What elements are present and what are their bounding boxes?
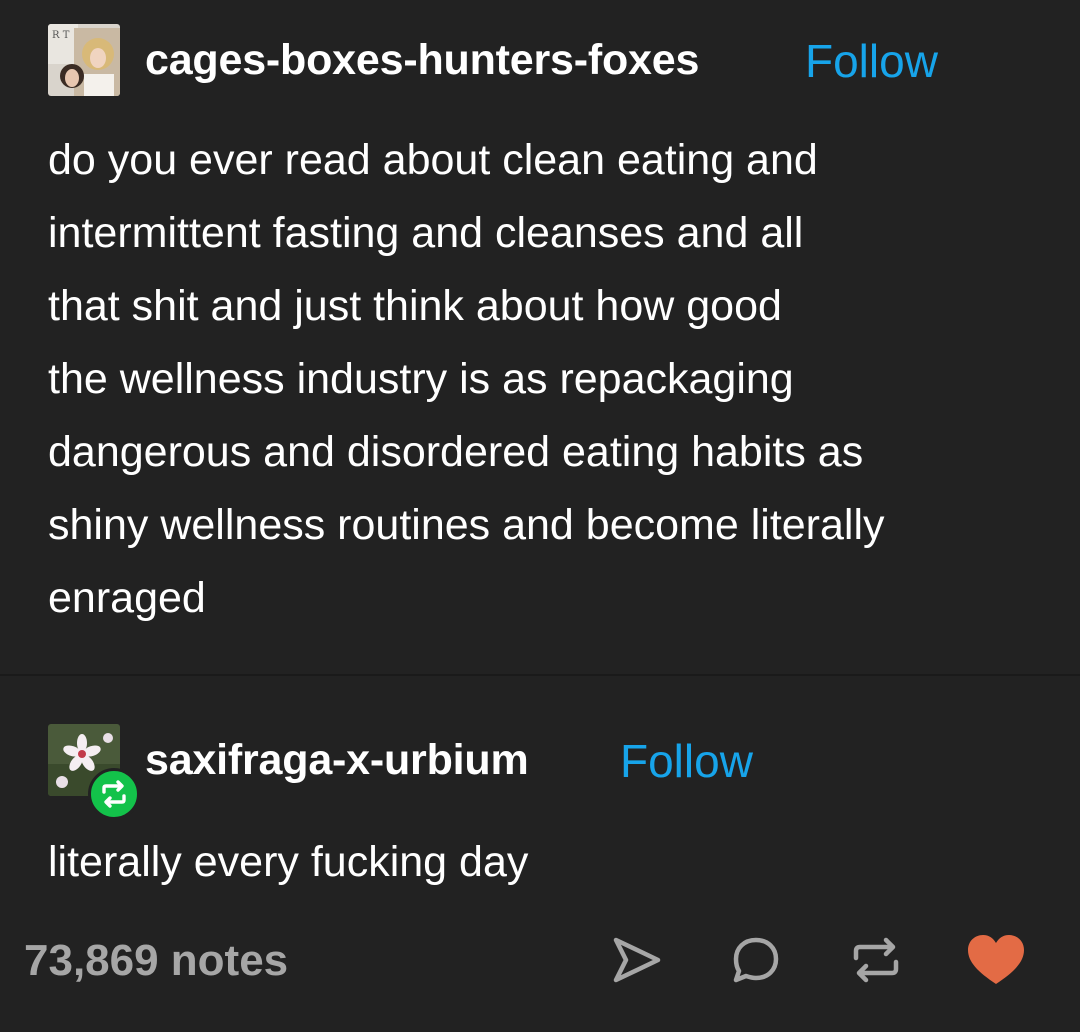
avatar[interactable]: R T	[48, 24, 120, 96]
follow-button[interactable]: Follow	[805, 34, 938, 88]
post-body-line: do you ever read about clean eating and	[48, 136, 818, 184]
post-body-line: the wellness industry is as repackaging	[48, 355, 794, 403]
reblog-icon	[102, 780, 126, 808]
divider	[0, 674, 1080, 676]
post-author-name[interactable]: cages-boxes-hunters-foxes	[145, 36, 699, 85]
share-icon[interactable]	[608, 932, 664, 993]
post-body-line: that shit and just think about how good	[48, 282, 782, 330]
reblog-author-name[interactable]: saxifraga-x-urbium	[145, 736, 529, 785]
reblog-badge	[88, 768, 140, 820]
post-body-line: intermittent fasting and cleanses and al…	[48, 209, 804, 257]
reblog-follow-button[interactable]: Follow	[620, 734, 753, 788]
post-body-line: dangerous and disordered eating habits a…	[48, 428, 864, 476]
svg-text:R T: R T	[52, 30, 70, 41]
reply-icon[interactable]	[728, 932, 784, 993]
reblog-icon[interactable]	[848, 932, 904, 993]
like-icon[interactable]	[966, 932, 1026, 993]
notes-count[interactable]: 73,869 notes	[24, 936, 288, 986]
post-body-line: enraged	[48, 574, 206, 622]
reblog-body: literally every fucking day	[48, 838, 529, 886]
post-body-line: shiny wellness routines and become liter…	[48, 501, 885, 549]
post-body: do you ever read about clean eating and …	[48, 124, 1048, 635]
